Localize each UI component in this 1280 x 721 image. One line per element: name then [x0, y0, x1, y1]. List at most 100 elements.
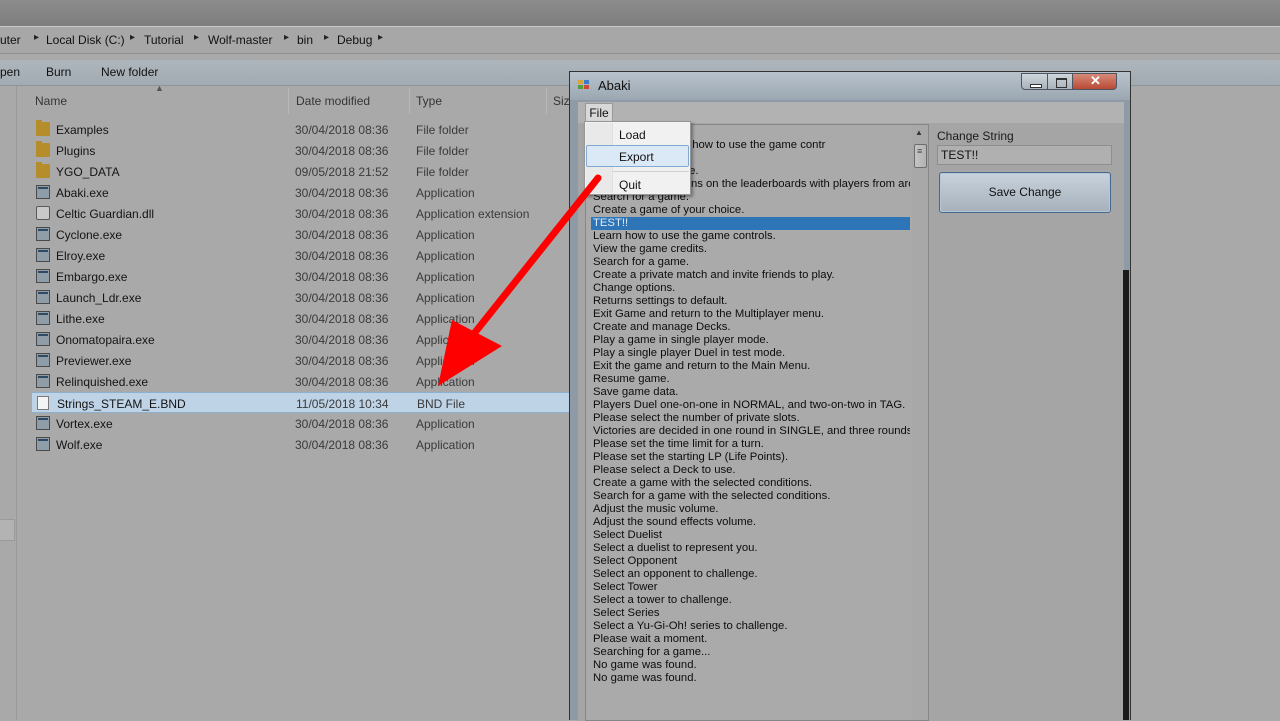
breadcrumb-debug[interactable]: Debug — [337, 33, 372, 47]
string-list-item[interactable]: Please select a Deck to use. — [591, 464, 910, 477]
string-list-item[interactable]: Create a game of your choice. — [591, 204, 910, 217]
strings-listbox[interactable]: ls.lay the game, learn how to use the ga… — [585, 124, 929, 721]
string-list-item[interactable]: Exit the game and return to the Main Men… — [591, 360, 910, 373]
file-row[interactable]: Embargo.exe 30/04/2018 08:36 Application — [31, 266, 577, 287]
string-list-item[interactable]: Play a game in single player mode. — [591, 334, 910, 347]
address-bar[interactable]: uter ▸ Local Disk (C:) ▸ Tutorial ▸ Wolf… — [0, 26, 1280, 54]
string-list-item[interactable]: Searching for a game... — [591, 646, 910, 659]
file-row[interactable]: Examples 30/04/2018 08:36 File folder — [31, 119, 577, 140]
menu-item-export[interactable]: Export — [619, 150, 654, 164]
string-list-item[interactable]: Adjust the music volume. — [591, 503, 910, 516]
column-header-name[interactable]: Name — [35, 94, 67, 108]
string-list-item[interactable]: Select a tower to challenge. — [591, 594, 910, 607]
file-row[interactable]: Lithe.exe 30/04/2018 08:36 Application — [31, 308, 577, 329]
string-list-item[interactable]: Create a private match and invite friend… — [591, 269, 910, 282]
string-list-item[interactable]: Play a single player Duel in test mode. — [591, 347, 910, 360]
close-button[interactable]: ✕ — [1072, 73, 1117, 90]
column-divider[interactable] — [409, 88, 410, 114]
menu-item-load[interactable]: Load — [619, 128, 646, 142]
string-list-item[interactable]: Returns settings to default. — [591, 295, 910, 308]
string-list-item[interactable]: No game was found. — [591, 659, 910, 672]
breadcrumb-bin[interactable]: bin — [297, 33, 313, 47]
string-list-item[interactable]: Select a Yu-Gi-Oh! series to challenge. — [591, 620, 910, 633]
file-row[interactable]: Wolf.exe 30/04/2018 08:36 Application — [31, 434, 577, 455]
column-divider[interactable] — [546, 88, 547, 114]
breadcrumb-local-disk[interactable]: Local Disk (C:) — [46, 33, 125, 47]
string-list-item[interactable]: Save game data. — [591, 386, 910, 399]
file-row[interactable]: Cyclone.exe 30/04/2018 08:36 Application — [31, 224, 577, 245]
string-list-item[interactable]: Select Opponent — [591, 555, 910, 568]
breadcrumb-tutorial[interactable]: Tutorial — [144, 33, 184, 47]
string-list-item[interactable]: Create a game with the selected conditio… — [591, 477, 910, 490]
breadcrumb-separator-icon[interactable]: ▸ — [130, 32, 135, 43]
string-list-item-selected[interactable]: TEST!! — [591, 217, 910, 230]
breadcrumb-separator-icon[interactable]: ▸ — [34, 32, 39, 43]
burn-button[interactable]: Burn — [46, 65, 71, 79]
string-list-item[interactable]: Select Tower — [591, 581, 910, 594]
string-list-item[interactable]: Victories are decided in one round in SI… — [591, 425, 910, 438]
string-list-item[interactable]: No game was found. — [591, 672, 910, 685]
file-type: Application — [416, 333, 475, 347]
file-row[interactable]: Vortex.exe 30/04/2018 08:36 Application — [31, 413, 577, 434]
new-folder-button[interactable]: New folder — [101, 65, 158, 79]
scroll-up-icon[interactable]: ▲ — [915, 128, 923, 137]
file-date-modified: 30/04/2018 08:36 — [295, 144, 389, 158]
string-list-item[interactable]: Adjust the sound effects volume. — [591, 516, 910, 529]
breadcrumb-separator-icon[interactable]: ▸ — [284, 32, 289, 43]
scrollbar-thumb[interactable]: ≡ — [914, 144, 927, 168]
file-row[interactable]: Onomatopaira.exe 30/04/2018 08:36 Applicat… — [31, 329, 577, 350]
column-header-date[interactable]: Date modified — [296, 94, 370, 108]
file-row[interactable]: Strings_STEAM_E.BND 11/05/2018 10:34 BND F… — [31, 392, 577, 413]
string-list-item[interactable]: Select a duelist to represent you. — [591, 542, 910, 555]
breadcrumb-separator-icon[interactable]: ▸ — [194, 32, 199, 43]
application-icon — [36, 248, 50, 262]
file-dropdown-menu: Load Export Quit — [584, 121, 691, 195]
string-list-item[interactable]: Select an opponent to challenge. — [591, 568, 910, 581]
vertical-scrollbar[interactable]: ▲ ≡ — [912, 125, 928, 720]
menu-item-quit[interactable]: Quit — [619, 178, 641, 192]
string-list-item[interactable]: Select Series — [591, 607, 910, 620]
column-divider[interactable] — [288, 88, 289, 114]
minimize-button[interactable] — [1021, 73, 1048, 90]
file-name: Previewer.exe — [56, 354, 132, 368]
maximize-button[interactable] — [1047, 73, 1073, 90]
change-string-input[interactable]: TEST!! — [937, 145, 1112, 165]
column-header-size[interactable]: Siz — [553, 94, 570, 108]
string-list-item[interactable]: Resume game. — [591, 373, 910, 386]
file-row[interactable]: Abaki.exe 30/04/2018 08:36 Application — [31, 182, 577, 203]
file-row[interactable]: Previewer.exe 30/04/2018 08:36 Application — [31, 350, 577, 371]
string-list-item[interactable]: Create and manage Decks. — [591, 321, 910, 334]
open-button[interactable]: pen — [0, 65, 20, 79]
file-date-modified: 30/04/2018 08:36 — [295, 375, 389, 389]
navigation-selected-item[interactable] — [0, 519, 15, 541]
file-row[interactable]: YGO_DATA 09/05/2018 21:52 File folder — [31, 161, 577, 182]
string-list-item[interactable]: Change options. — [591, 282, 910, 295]
string-list-item[interactable]: Please set the starting LP (Life Points)… — [591, 451, 910, 464]
string-list-item[interactable]: View the game credits. — [591, 243, 910, 256]
breadcrumb-separator-icon[interactable]: ▸ — [324, 32, 329, 43]
file-row[interactable]: Launch_Ldr.exe 30/04/2018 08:36 Applicatio… — [31, 287, 577, 308]
save-change-button[interactable]: Save Change — [939, 172, 1111, 213]
string-list-item[interactable]: Select Duelist — [591, 529, 910, 542]
string-list-item[interactable]: Please wait a moment. — [591, 633, 910, 646]
string-list-item[interactable]: Please select the number of private slot… — [591, 412, 910, 425]
file-type: File folder — [416, 123, 469, 137]
file-row[interactable]: Plugins 30/04/2018 08:36 File folder — [31, 140, 577, 161]
string-list-item[interactable]: Please set the time limit for a turn. — [591, 438, 910, 451]
abaki-title-bar[interactable]: Abaki ✕ — [570, 72, 1130, 100]
breadcrumb-separator-icon[interactable]: ▸ — [378, 32, 383, 43]
string-list-item[interactable]: Exit Game and return to the Multiplayer … — [591, 308, 910, 321]
string-list-item[interactable]: Search for a game. — [591, 256, 910, 269]
breadcrumb-wolf-master[interactable]: Wolf-master — [208, 33, 272, 47]
file-row[interactable]: Celtic Guardian.dll 30/04/2018 08:36 Appli… — [31, 203, 577, 224]
column-header-type[interactable]: Type — [416, 94, 442, 108]
file-row[interactable]: Elroy.exe 30/04/2018 08:36 Application — [31, 245, 577, 266]
navigation-pane[interactable] — [0, 86, 17, 720]
menu-file[interactable]: File — [585, 103, 613, 123]
string-list-item[interactable]: Learn how to use the game controls. — [591, 230, 910, 243]
breadcrumb-computer[interactable]: uter — [0, 33, 21, 47]
string-list-item[interactable]: Players Duel one-on-one in NORMAL, and t… — [591, 399, 910, 412]
string-list-item[interactable]: Search for a game with the selected cond… — [591, 490, 910, 503]
file-row[interactable]: Relinquished.exe 30/04/2018 08:36 Applicat… — [31, 371, 577, 392]
file-name: Plugins — [56, 144, 96, 158]
